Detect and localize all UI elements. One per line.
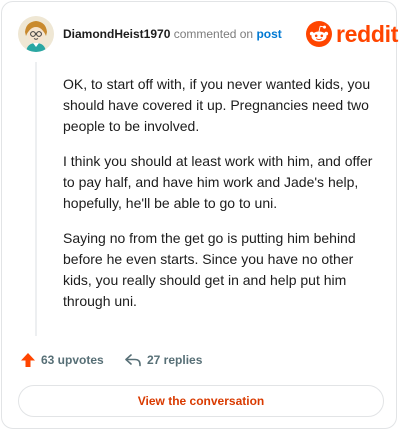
comment-actions: 63 upvotes 27 replies [18, 350, 380, 370]
upvote-arrow-icon [21, 353, 35, 367]
comment-paragraph: I think you should at least work with hi… [63, 153, 373, 211]
reddit-logo[interactable]: reddit [306, 20, 398, 48]
reply-count: 27 replies [147, 353, 203, 367]
upvote-count: 63 upvotes [41, 353, 104, 367]
comment-card: DiamondHeist1970 commented on post reddi… [1, 1, 398, 429]
avatar-icon [18, 16, 54, 52]
replies-button[interactable]: 27 replies [124, 350, 202, 370]
avatar[interactable] [18, 16, 54, 52]
comment-paragraph: Saying no from the get go is putting him… [63, 230, 356, 309]
reply-arrow-icon [125, 354, 141, 367]
comment-header: DiamondHeist1970 commented on post reddi… [18, 16, 398, 52]
comment-paragraph: OK, to start off with, if you never want… [63, 76, 371, 134]
comment-body: OK, to start off with, if you never want… [63, 74, 385, 326]
username[interactable]: DiamondHeist1970 [63, 27, 170, 41]
upvote-button[interactable]: 63 upvotes [20, 350, 104, 370]
commented-on-label: commented on [173, 27, 254, 41]
reddit-logo-text: reddit [336, 21, 399, 47]
reddit-logo-icon [306, 21, 332, 47]
view-conversation-button[interactable]: View the conversation [18, 385, 384, 417]
post-link[interactable]: post [256, 27, 281, 41]
thread-line [35, 62, 37, 336]
comment-meta: DiamondHeist1970 commented on post [63, 26, 282, 42]
